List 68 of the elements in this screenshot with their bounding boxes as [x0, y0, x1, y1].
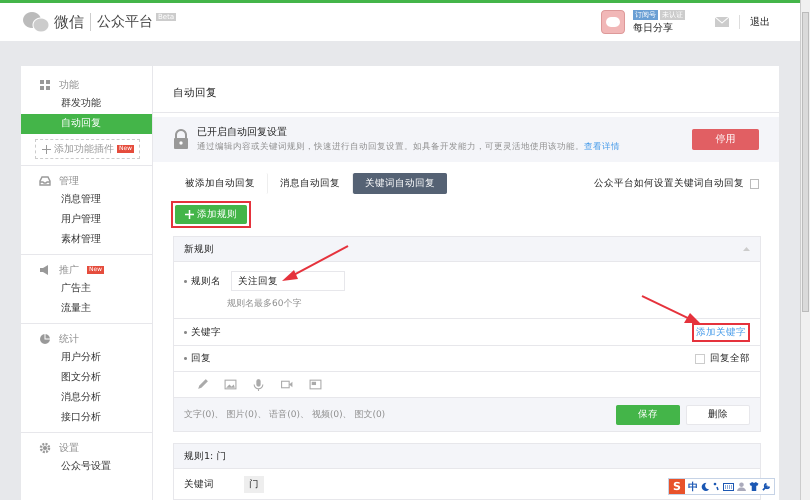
notice-text: 通过编辑内容或关键词规则，快速进行自动回复设置。如具备开发能力，可更灵活地使用该功能。查看详情	[197, 141, 621, 154]
account-name: 每日分享	[633, 22, 674, 34]
section-title: 功能	[59, 78, 79, 92]
keyword-tag: 门	[244, 476, 264, 492]
pencil-icon[interactable]	[196, 378, 209, 391]
ime-logo[interactable]: S	[669, 479, 685, 494]
tab[interactable]: 关键词自动回复	[353, 173, 447, 194]
keyboard-icon[interactable]	[723, 482, 734, 490]
logout-link[interactable]: 退出	[739, 15, 770, 29]
account-avatar[interactable]	[601, 10, 625, 34]
platform-title: 公众平台	[90, 13, 153, 31]
keyword-label: 关键字	[184, 326, 221, 338]
sidebar-item[interactable]: 流量主	[21, 299, 152, 319]
rule-name-label: 规则名	[184, 274, 221, 288]
microphone-icon[interactable]	[252, 378, 265, 391]
sidebar-item[interactable]: 消息管理	[21, 190, 152, 210]
sidebar-item[interactable]: 素材管理	[21, 230, 152, 250]
sidebar-item[interactable]: 图文分析	[21, 368, 152, 388]
section-title: 设置	[59, 442, 79, 455]
gear-icon	[39, 442, 51, 454]
page-title: 自动回复	[153, 66, 779, 113]
tab[interactable]: 被添加自动回复	[173, 173, 268, 194]
section-title: 推广	[59, 264, 79, 277]
rule-name-field[interactable]: 关注回复	[231, 271, 345, 291]
plus-icon	[42, 144, 51, 154]
delete-button[interactable]: 删除	[686, 404, 750, 424]
user-icon[interactable]	[737, 482, 746, 491]
collapse-caret-icon[interactable]	[743, 247, 750, 251]
envelope-icon[interactable]	[715, 17, 729, 27]
chat-bubbles-logo-icon	[22, 11, 50, 33]
notice-title: 已开启自动回复设置	[197, 126, 288, 140]
image-icon[interactable]	[224, 378, 237, 391]
sidebar-item[interactable]: 用户管理	[21, 210, 152, 230]
reply-label: 回复	[184, 352, 211, 365]
rule-name-hint: 规则名最多60个字	[227, 298, 302, 310]
content-counts: 文字(0)、 图片(0)、 语音(0)、 视频(0)、 图文(0)	[184, 408, 386, 421]
ime-mode[interactable]: 中	[688, 480, 698, 494]
video-camera-icon[interactable]	[280, 378, 294, 391]
plus-icon	[185, 210, 194, 219]
sidebar-item[interactable]: 公众号设置	[21, 457, 152, 477]
sidebar-item[interactable]: 群发功能	[21, 94, 152, 114]
logo-text: 微信	[54, 12, 84, 32]
sidebar-item[interactable]: 消息分析	[21, 388, 152, 408]
sidebar-item[interactable]: 接口分析	[21, 408, 152, 428]
reply-all-checkbox[interactable]	[695, 354, 705, 364]
section-title: 统计	[59, 332, 79, 346]
padlock-icon	[173, 129, 189, 150]
reply-all-label: 回复全部	[710, 352, 750, 365]
megaphone-icon	[39, 264, 51, 276]
sidebar-item[interactable]: 广告主	[21, 279, 152, 299]
chat-bubble-icon	[606, 17, 620, 27]
punctuation-icon[interactable]	[713, 482, 720, 491]
inbox-icon	[39, 175, 51, 187]
scrollbar[interactable]	[800, 0, 810, 500]
panel-title: 规则1: 门	[184, 450, 226, 462]
pie-chart-icon	[39, 333, 51, 345]
document-icon	[750, 178, 759, 188]
grid-icon	[39, 79, 51, 91]
section-title: 管理	[59, 175, 79, 188]
help-link[interactable]: 公众平台如何设置关键词自动回复	[594, 177, 744, 190]
wrench-icon[interactable]	[762, 482, 771, 491]
moon-icon[interactable]	[701, 482, 710, 491]
annotation-arrow	[282, 246, 348, 282]
shirt-icon[interactable]	[749, 482, 759, 491]
keyword-label: 关键词	[184, 478, 214, 490]
sidebar-item[interactable]: 用户分析	[21, 348, 152, 368]
panel-title: 新规则	[184, 242, 214, 256]
article-icon[interactable]	[309, 378, 322, 391]
